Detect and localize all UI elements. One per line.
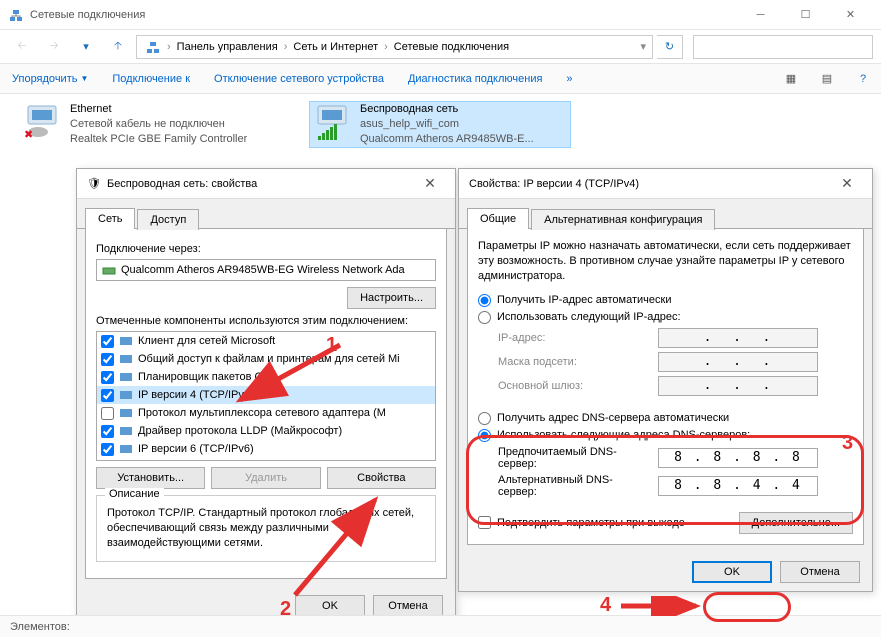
- annotation-arrow-4: [616, 596, 706, 616]
- recent-button[interactable]: ▾: [72, 35, 100, 59]
- diagnose-menu[interactable]: Диагностика подключения: [406, 69, 544, 89]
- refresh-button[interactable]: ↻: [657, 35, 683, 59]
- organize-menu[interactable]: Упорядочить ▼: [10, 69, 90, 89]
- dropdown-icon[interactable]: ▾: [638, 40, 648, 53]
- address-bar: 🡠 🡢 ▾ 🡡 › Панель управления › Сеть и Инт…: [0, 30, 881, 64]
- install-button[interactable]: Установить...: [96, 467, 205, 489]
- adapter-name: Ethernet: [70, 102, 247, 117]
- disable-menu[interactable]: Отключение сетевого устройства: [212, 69, 386, 89]
- svg-text:✖: ✖: [24, 129, 33, 140]
- dns-alt-field[interactable]: 8 . 8 . 4 . 4: [658, 476, 818, 496]
- toolbar: Упорядочить ▼ Подключение к Отключение с…: [0, 64, 881, 94]
- help-button[interactable]: ?: [855, 71, 871, 87]
- crumb-1[interactable]: Сеть и Интернет: [289, 41, 382, 53]
- network-icon: [8, 7, 24, 23]
- radio-ip-auto[interactable]: Получить IP-адрес автоматически: [478, 294, 853, 307]
- back-button[interactable]: 🡠: [8, 35, 36, 59]
- components-list[interactable]: Клиент для сетей Microsoft Общий доступ …: [96, 331, 436, 461]
- list-item: Протокол мультиплексора сетевого адаптер…: [97, 404, 435, 422]
- status-bar: Элементов:: [0, 615, 881, 637]
- list-item: Клиент для сетей Microsoft: [97, 332, 435, 350]
- view-icons-button[interactable]: ▦: [783, 71, 799, 87]
- description-group: Описание Протокол TCP/IP. Стандартный пр…: [96, 495, 436, 562]
- minimize-button[interactable]: ─: [738, 1, 783, 29]
- tab-general[interactable]: Общие: [467, 208, 529, 229]
- adapter-combo[interactable]: Qualcomm Atheros AR9485WB-EG Wireless Ne…: [96, 259, 436, 281]
- dns-preferred-field[interactable]: 8 . 8 . 8 . 8: [658, 448, 818, 468]
- list-item: Общий доступ к файлам и принтерам для се…: [97, 350, 435, 368]
- crumb-2[interactable]: Сетевые подключения: [390, 41, 513, 53]
- ip-address-field: . . .: [658, 328, 818, 348]
- ok-button[interactable]: OK: [295, 595, 365, 617]
- connect-menu[interactable]: Подключение к: [110, 69, 192, 89]
- annotation-num-4: 4: [600, 594, 611, 617]
- close-icon[interactable]: ✕: [415, 175, 445, 192]
- adapter-device: Realtek PCIe GBE Family Controller: [70, 132, 247, 147]
- advanced-button[interactable]: Дополнительно...: [739, 512, 853, 534]
- dialog-title: Беспроводная сеть: свойства: [107, 178, 257, 190]
- intro-text: Параметры IP можно назначать автоматичес…: [478, 239, 853, 284]
- adapter-wireless[interactable]: Беспроводная сеть asus_help_wifi_com Qua…: [310, 102, 570, 147]
- wireless-icon: [310, 102, 352, 140]
- maximize-button[interactable]: ☐: [783, 1, 828, 29]
- radio-ip-manual[interactable]: Использовать следующий IP-адрес:: [478, 311, 853, 324]
- tab-access[interactable]: Доступ: [137, 209, 199, 230]
- more-menu[interactable]: »: [564, 69, 574, 89]
- list-item-ipv4: IP версии 4 (TCP/IPv4): [97, 386, 435, 404]
- configure-button[interactable]: Настроить...: [347, 287, 436, 309]
- search-input[interactable]: [693, 35, 873, 59]
- forward-button: 🡢: [40, 35, 68, 59]
- adapter-name: Беспроводная сеть: [360, 102, 534, 117]
- ipv4-properties-dialog: Свойства: IP версии 4 (TCP/IPv4) ✕ Общие…: [458, 168, 873, 592]
- tab-alt-config[interactable]: Альтернативная конфигурация: [531, 209, 715, 230]
- shield-icon: 🛡: [87, 177, 101, 190]
- ok-button[interactable]: OK: [692, 561, 772, 583]
- properties-button[interactable]: Свойства: [327, 467, 436, 489]
- dialog-title: Свойства: IP версии 4 (TCP/IPv4): [469, 178, 639, 190]
- cancel-button[interactable]: Отмена: [780, 561, 860, 583]
- close-button[interactable]: ✕: [828, 1, 873, 29]
- description-text: Протокол TCP/IP. Стандартный протокол гл…: [107, 506, 425, 551]
- adapter-status: Сетевой кабель не подключен: [70, 117, 247, 132]
- connect-via-label: Подключение через:: [96, 243, 436, 255]
- breadcrumb-icon: [141, 39, 165, 55]
- adapter-properties-dialog: 🛡 Беспроводная сеть: свойства ✕ Сеть Дос…: [76, 168, 456, 626]
- adapter-device: Qualcomm Atheros AR9485WB-E...: [360, 132, 534, 147]
- cancel-button[interactable]: Отмена: [373, 595, 443, 617]
- list-item: IP версии 6 (TCP/IPv6): [97, 440, 435, 458]
- close-icon[interactable]: ✕: [832, 175, 862, 192]
- subnet-field: . . .: [658, 352, 818, 372]
- tab-network[interactable]: Сеть: [85, 208, 135, 229]
- radio-dns-auto[interactable]: Получить адрес DNS-сервера автоматически: [478, 412, 853, 425]
- remove-button: Удалить: [211, 467, 320, 489]
- adapter-status: asus_help_wifi_com: [360, 117, 534, 132]
- list-item: Драйвер протокола LLDP (Майкрософт): [97, 422, 435, 440]
- gateway-field: . . .: [658, 376, 818, 396]
- breadcrumb[interactable]: › Панель управления › Сеть и Интернет › …: [136, 35, 653, 59]
- up-button[interactable]: 🡡: [104, 35, 132, 59]
- list-item: Планировщик пакетов QoS: [97, 368, 435, 386]
- adapter-ethernet[interactable]: ✖ Ethernet Сетевой кабель не подключен R…: [20, 102, 280, 147]
- validate-checkbox[interactable]: Подтвердить параметры при выходе: [478, 516, 685, 529]
- radio-dns-manual[interactable]: Использовать следующие адреса DNS-сервер…: [478, 429, 853, 442]
- crumb-0[interactable]: Панель управления: [173, 41, 282, 53]
- window-title: Сетевые подключения: [30, 9, 145, 21]
- window-titlebar: Сетевые подключения ─ ☐ ✕: [0, 0, 881, 30]
- components-label: Отмеченные компоненты используются этим …: [96, 315, 436, 327]
- ethernet-icon: ✖: [20, 102, 62, 140]
- content-area: ✖ Ethernet Сетевой кабель не подключен R…: [0, 94, 881, 155]
- view-details-button[interactable]: ▤: [819, 71, 835, 87]
